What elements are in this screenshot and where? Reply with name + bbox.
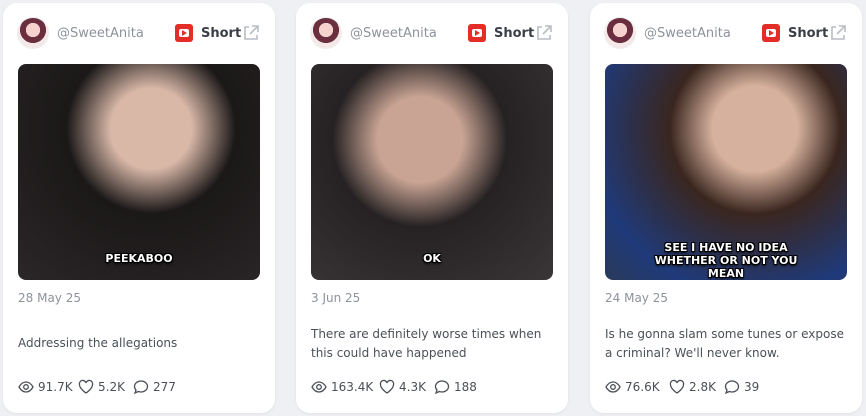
- post-type-label: Short: [494, 26, 535, 41]
- video-thumbnail[interactable]: SEE I HAVE NO IDEA WHETHER OR NOT YOU ME…: [605, 64, 847, 280]
- creator-handle[interactable]: @SweetAnita: [57, 26, 144, 41]
- post-stats: 91.7K 5.2K 277: [18, 379, 261, 395]
- post-type-label: Short: [201, 26, 242, 41]
- post-stats: 76.6K 2.8K 39: [605, 379, 848, 395]
- views-count: 163.4K: [331, 380, 374, 394]
- youtube-icon: [762, 24, 780, 42]
- avatar[interactable]: [604, 17, 636, 49]
- eye-icon: [311, 381, 327, 393]
- creator-handle[interactable]: @SweetAnita: [644, 26, 731, 41]
- video-thumbnail[interactable]: PEEKABOO: [18, 64, 260, 280]
- views-count: 76.6K: [625, 380, 660, 394]
- comment-icon: [133, 380, 149, 395]
- post-title[interactable]: There are definitely worse times when th…: [311, 325, 554, 363]
- post-type-label: Short: [788, 26, 829, 41]
- card-header: @SweetAnita Short: [17, 17, 261, 51]
- post-card[interactable]: @SweetAnita Short OK 3 Jun 25 There are …: [296, 3, 568, 413]
- eye-icon: [605, 381, 621, 393]
- likes-count: 4.3K: [399, 380, 426, 394]
- post-title[interactable]: Is he gonna slam some tunes or expose a …: [605, 325, 848, 363]
- heart-icon: [669, 379, 685, 394]
- post-card[interactable]: @SweetAnita Short PEEKABOO 28 May 25 Add…: [3, 3, 275, 413]
- post-date: 3 Jun 25: [311, 291, 361, 305]
- heart-icon: [379, 379, 395, 394]
- likes-count: 2.8K: [689, 380, 716, 394]
- video-thumbnail[interactable]: OK: [311, 64, 553, 280]
- post-date: 24 May 25: [605, 291, 668, 305]
- video-caption: OK: [423, 252, 441, 265]
- creator-handle[interactable]: @SweetAnita: [350, 26, 437, 41]
- comments-count: 39: [744, 380, 760, 394]
- comments-count: 277: [153, 380, 176, 394]
- eye-icon: [18, 381, 34, 393]
- comment-icon: [434, 380, 450, 395]
- post-stats: 163.4K 4.3K 188: [311, 379, 554, 395]
- video-caption: PEEKABOO: [105, 252, 173, 265]
- post-title[interactable]: Addressing the allegations: [18, 334, 261, 353]
- avatar[interactable]: [310, 17, 342, 49]
- comments-count: 188: [454, 380, 477, 394]
- card-header: @SweetAnita Short: [310, 17, 554, 51]
- card-header: @SweetAnita Short: [604, 17, 848, 51]
- external-link-icon[interactable]: [241, 23, 261, 43]
- video-caption: SEE I HAVE NO IDEA WHETHER OR NOT YOU ME…: [654, 241, 798, 280]
- comment-icon: [724, 380, 740, 395]
- avatar[interactable]: [17, 17, 49, 49]
- likes-count: 5.2K: [98, 380, 125, 394]
- views-count: 91.7K: [38, 380, 73, 394]
- post-date: 28 May 25: [18, 291, 81, 305]
- heart-icon: [78, 379, 94, 394]
- external-link-icon[interactable]: [534, 23, 554, 43]
- youtube-icon: [468, 24, 486, 42]
- youtube-icon: [175, 24, 193, 42]
- external-link-icon[interactable]: [828, 23, 848, 43]
- post-card[interactable]: @SweetAnita Short SEE I HAVE NO IDEA WHE…: [590, 3, 862, 413]
